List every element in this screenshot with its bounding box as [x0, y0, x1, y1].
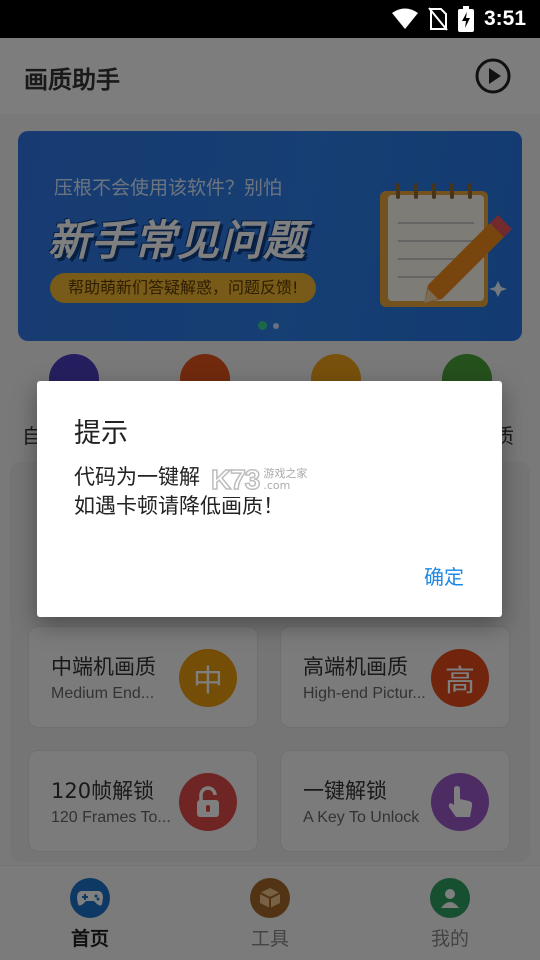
no-sim-icon	[428, 7, 448, 31]
dialog-ok-button[interactable]: 确定	[424, 561, 464, 590]
k73-watermark: K73 游戏之家 .com	[207, 463, 312, 497]
battery-charging-icon	[457, 6, 474, 32]
watermark-bottom: .com	[263, 479, 291, 492]
status-bar: 3:51	[0, 0, 540, 38]
alert-dialog: 提示 代码为一键解 如遇卡顿请降低画质！ K73 游戏之家 .com 确定	[37, 381, 502, 617]
dialog-title: 提示	[74, 418, 128, 449]
status-time: 3:51	[483, 7, 526, 30]
wifi-icon	[391, 8, 418, 29]
status-icons: 3:51	[391, 5, 526, 33]
watermark-side: 游戏之家 .com	[263, 468, 307, 492]
watermark-logo: K73	[210, 463, 261, 496]
